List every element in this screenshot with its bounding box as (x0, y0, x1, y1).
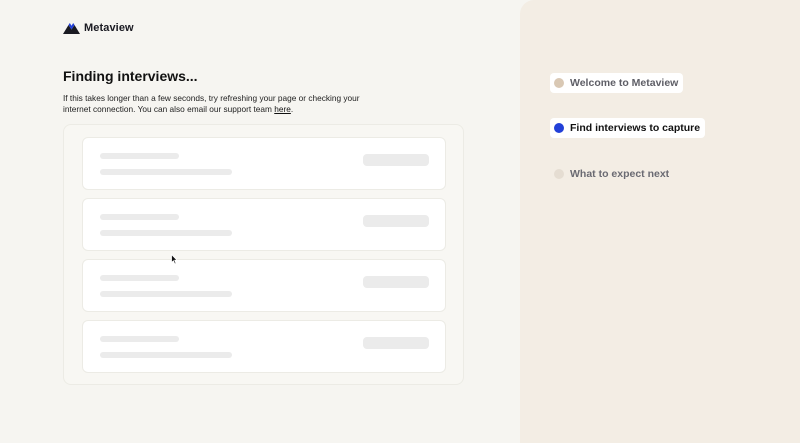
help-text-end: . (290, 104, 294, 114)
skeleton-subtitle-line (100, 291, 232, 297)
skeleton-subtitle-line (100, 352, 232, 358)
skeleton-action-block (363, 215, 429, 227)
brand-name: Metaview (84, 22, 134, 34)
skeleton-subtitle-line (100, 230, 232, 236)
help-text: If this takes longer than a few seconds,… (63, 93, 373, 115)
brand-logo[interactable]: Metaview (63, 22, 134, 34)
step-label: Find interviews to capture (570, 122, 701, 134)
skeleton-title-line (100, 336, 179, 342)
step-find-interviews[interactable]: Find interviews to capture (550, 118, 706, 138)
mouse-cursor-icon (171, 254, 178, 265)
step-status-dot (554, 78, 564, 88)
interview-list-panel (63, 124, 464, 385)
step-label: What to expect next (570, 168, 670, 180)
skeleton-title-line (100, 275, 179, 281)
metaview-logo-icon (63, 22, 80, 34)
skeleton-title-line (100, 214, 179, 220)
page-title: Finding interviews... (63, 68, 198, 84)
main-pane: Metaview Finding interviews... If this t… (0, 0, 520, 443)
step-status-dot (554, 123, 564, 133)
onboarding-steps-panel: Welcome to Metaview Find interviews to c… (520, 0, 800, 443)
step-status-dot (554, 169, 564, 179)
help-text-body: If this takes longer than a few seconds,… (63, 93, 360, 114)
skeleton-title-line (100, 153, 179, 159)
interview-skeleton-card (82, 137, 446, 190)
skeleton-action-block (363, 276, 429, 288)
skeleton-subtitle-line (100, 169, 232, 175)
interview-skeleton-card (82, 259, 446, 312)
interview-skeleton-card (82, 320, 446, 373)
interview-skeleton-card (82, 198, 446, 251)
skeleton-action-block (363, 154, 429, 166)
step-what-to-expect[interactable]: What to expect next (550, 164, 674, 184)
step-label: Welcome to Metaview (570, 77, 679, 89)
support-email-link[interactable]: here (274, 104, 291, 114)
skeleton-action-block (363, 337, 429, 349)
step-welcome[interactable]: Welcome to Metaview (550, 73, 684, 93)
